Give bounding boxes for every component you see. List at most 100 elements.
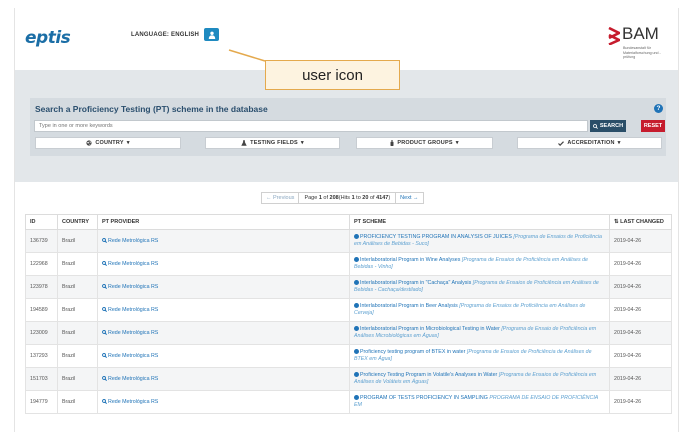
- total-hits: 4147: [376, 195, 389, 201]
- table-row[interactable]: 194589 Brazil Rede Metrológica RS Interlabo…: [25, 298, 672, 322]
- scheme-link[interactable]: Interlaboratorial Program in Beer Analys…: [360, 303, 458, 309]
- col-last-changed-label: LAST CHANGED: [620, 219, 664, 225]
- row-last-changed: 2019-04-26: [609, 390, 672, 414]
- row-scheme[interactable]: Proficiency testing program of BTEX in w…: [349, 344, 610, 368]
- language-label[interactable]: LANGUAGE: ENGLISH: [131, 32, 199, 38]
- provider-link[interactable]: Rede Metrológica RS: [108, 261, 158, 267]
- table-row[interactable]: 122968 Brazil Rede Metrológica RS Interlabo…: [25, 252, 672, 276]
- col-provider-header[interactable]: PT PROVIDER: [97, 214, 350, 230]
- row-country: Brazil: [57, 275, 98, 299]
- chevron-down-icon: ▾: [126, 140, 130, 146]
- col-last-changed-header[interactable]: ⇅ LAST CHANGED: [609, 214, 672, 230]
- chevron-down-icon: ▾: [455, 140, 459, 146]
- table-row[interactable]: 194779 Brazil Rede Metrológica RS PROGRAM O…: [25, 390, 672, 414]
- row-country: Brazil: [57, 390, 98, 414]
- row-id: 194589: [25, 298, 58, 322]
- scheme-link[interactable]: Interlaboratorial Program in Wine Analys…: [360, 257, 460, 263]
- row-last-changed: 2019-04-26: [609, 321, 672, 345]
- annotation-callout: user icon: [265, 60, 400, 90]
- page-info: Page 1 of 208 (Hits 1 to 20 of 4147): [299, 192, 396, 204]
- previous-page-button[interactable]: ← Previous: [261, 192, 300, 204]
- row-country: Brazil: [57, 298, 98, 322]
- bam-mark-icon: [608, 27, 620, 45]
- scheme-link[interactable]: Proficiency Testing Program in Volatile'…: [360, 372, 497, 378]
- scheme-link[interactable]: Interlaboratorial Program in Microbiolog…: [360, 326, 500, 332]
- row-id: 151703: [25, 367, 58, 391]
- table-row[interactable]: 136739 Brazil Rede Metrológica RS PROFICIEN…: [25, 229, 672, 253]
- accreditation-filter[interactable]: ACCREDITATION ▾: [517, 137, 662, 149]
- row-id: 122968: [25, 252, 58, 276]
- scheme-link[interactable]: PROGRAM OF TESTS PROFICIENCY IN SAMPLING: [360, 395, 488, 401]
- table-row[interactable]: 151703 Brazil Rede Metrológica RS Proficien…: [25, 367, 672, 391]
- search-button[interactable]: SEARCH: [590, 120, 626, 132]
- results-table: ID COUNTRY PT PROVIDER PT SCHEME ⇅ LAST …: [25, 214, 672, 414]
- page-number: 1: [318, 195, 322, 201]
- globe-icon: [354, 371, 359, 377]
- scheme-link[interactable]: Interlaboratorial Program in "Cachaça" A…: [360, 280, 471, 286]
- keyword-search-input[interactable]: [34, 120, 588, 132]
- col-id-header[interactable]: ID: [25, 214, 58, 230]
- row-provider[interactable]: Rede Metrológica RS: [97, 390, 350, 414]
- provider-link[interactable]: Rede Metrológica RS: [108, 376, 158, 382]
- bam-name: BAM: [622, 24, 659, 43]
- col-country-header[interactable]: COUNTRY: [57, 214, 98, 230]
- reset-button[interactable]: RESET: [641, 120, 665, 132]
- provider-link[interactable]: Rede Metrológica RS: [108, 284, 158, 290]
- search-icon: [102, 398, 107, 404]
- row-provider[interactable]: Rede Metrológica RS: [97, 344, 350, 368]
- country-filter[interactable]: COUNTRY ▾: [35, 137, 181, 149]
- table-row[interactable]: 123978 Brazil Rede Metrológica RS Interlabo…: [25, 275, 672, 299]
- row-provider[interactable]: Rede Metrológica RS: [97, 252, 350, 276]
- row-country: Brazil: [57, 252, 98, 276]
- provider-link[interactable]: Rede Metrológica RS: [108, 238, 158, 244]
- language-selector[interactable]: LANGUAGE: ENGLISH: [131, 28, 220, 41]
- search-icon: [102, 306, 107, 312]
- row-scheme[interactable]: Interlaboratorial Program in "Cachaça" A…: [349, 275, 610, 299]
- search-title: Search a Proficiency Testing (PT) scheme…: [35, 104, 268, 114]
- scheme-link[interactable]: PROFICIENCY TESTING PROGRAM IN ANALYSIS …: [360, 234, 512, 240]
- provider-link[interactable]: Rede Metrológica RS: [108, 307, 158, 313]
- provider-link[interactable]: Rede Metrológica RS: [108, 353, 158, 359]
- page-of-word: of: [323, 195, 329, 201]
- row-provider[interactable]: Rede Metrológica RS: [97, 321, 350, 345]
- table-row[interactable]: 123009 Brazil Rede Metrológica RS Interlabo…: [25, 321, 672, 345]
- row-last-changed: 2019-04-26: [609, 252, 672, 276]
- row-provider[interactable]: Rede Metrológica RS: [97, 298, 350, 322]
- eptis-logo[interactable]: eptis: [25, 28, 71, 48]
- row-provider[interactable]: Rede Metrológica RS: [97, 229, 350, 253]
- row-provider[interactable]: Rede Metrológica RS: [97, 275, 350, 299]
- col-scheme-header[interactable]: PT SCHEME: [349, 214, 610, 230]
- table-header-row: ID COUNTRY PT PROVIDER PT SCHEME ⇅ LAST …: [25, 214, 672, 230]
- search-icon: [102, 283, 107, 289]
- hits-from: 1: [351, 195, 355, 201]
- chevron-down-icon: ▾: [617, 140, 621, 146]
- row-scheme[interactable]: PROGRAM OF TESTS PROFICIENCY IN SAMPLING…: [349, 390, 610, 414]
- search-icon: [102, 260, 107, 266]
- scheme-link[interactable]: Proficiency testing program of BTEX in w…: [360, 349, 465, 355]
- globe-icon: [354, 302, 359, 308]
- row-scheme[interactable]: Interlaboratorial Program in Wine Analys…: [349, 252, 610, 276]
- search-icon: [102, 352, 107, 358]
- search-button-label: SEARCH: [599, 123, 624, 129]
- search-icon: [102, 237, 107, 243]
- sort-icon: ⇅: [614, 219, 619, 225]
- row-scheme[interactable]: Proficiency Testing Program in Volatile'…: [349, 367, 610, 391]
- row-scheme[interactable]: PROFICIENCY TESTING PROGRAM IN ANALYSIS …: [349, 229, 610, 253]
- row-id: 123978: [25, 275, 58, 299]
- page-info-prefix: Page: [304, 195, 318, 201]
- testing-fields-filter[interactable]: TESTING FIELDS ▾: [205, 137, 340, 149]
- row-scheme[interactable]: Interlaboratorial Program in Microbiolog…: [349, 321, 610, 345]
- user-icon[interactable]: [204, 28, 220, 41]
- table-row[interactable]: 137293 Brazil Rede Metrológica RS Proficien…: [25, 344, 672, 368]
- help-icon[interactable]: ?: [654, 104, 663, 113]
- row-last-changed: 2019-04-26: [609, 275, 672, 299]
- next-page-button[interactable]: Next →: [395, 192, 424, 204]
- row-scheme[interactable]: Interlaboratorial Program in Beer Analys…: [349, 298, 610, 322]
- provider-link[interactable]: Rede Metrológica RS: [108, 399, 158, 405]
- row-id: 137293: [25, 344, 58, 368]
- row-provider[interactable]: Rede Metrológica RS: [97, 367, 350, 391]
- accreditation-filter-label: ACCREDITATION: [567, 140, 615, 146]
- provider-link[interactable]: Rede Metrológica RS: [108, 330, 158, 336]
- product-groups-filter[interactable]: PRODUCT GROUPS ▾: [356, 137, 493, 149]
- chevron-down-icon: ▾: [300, 140, 304, 146]
